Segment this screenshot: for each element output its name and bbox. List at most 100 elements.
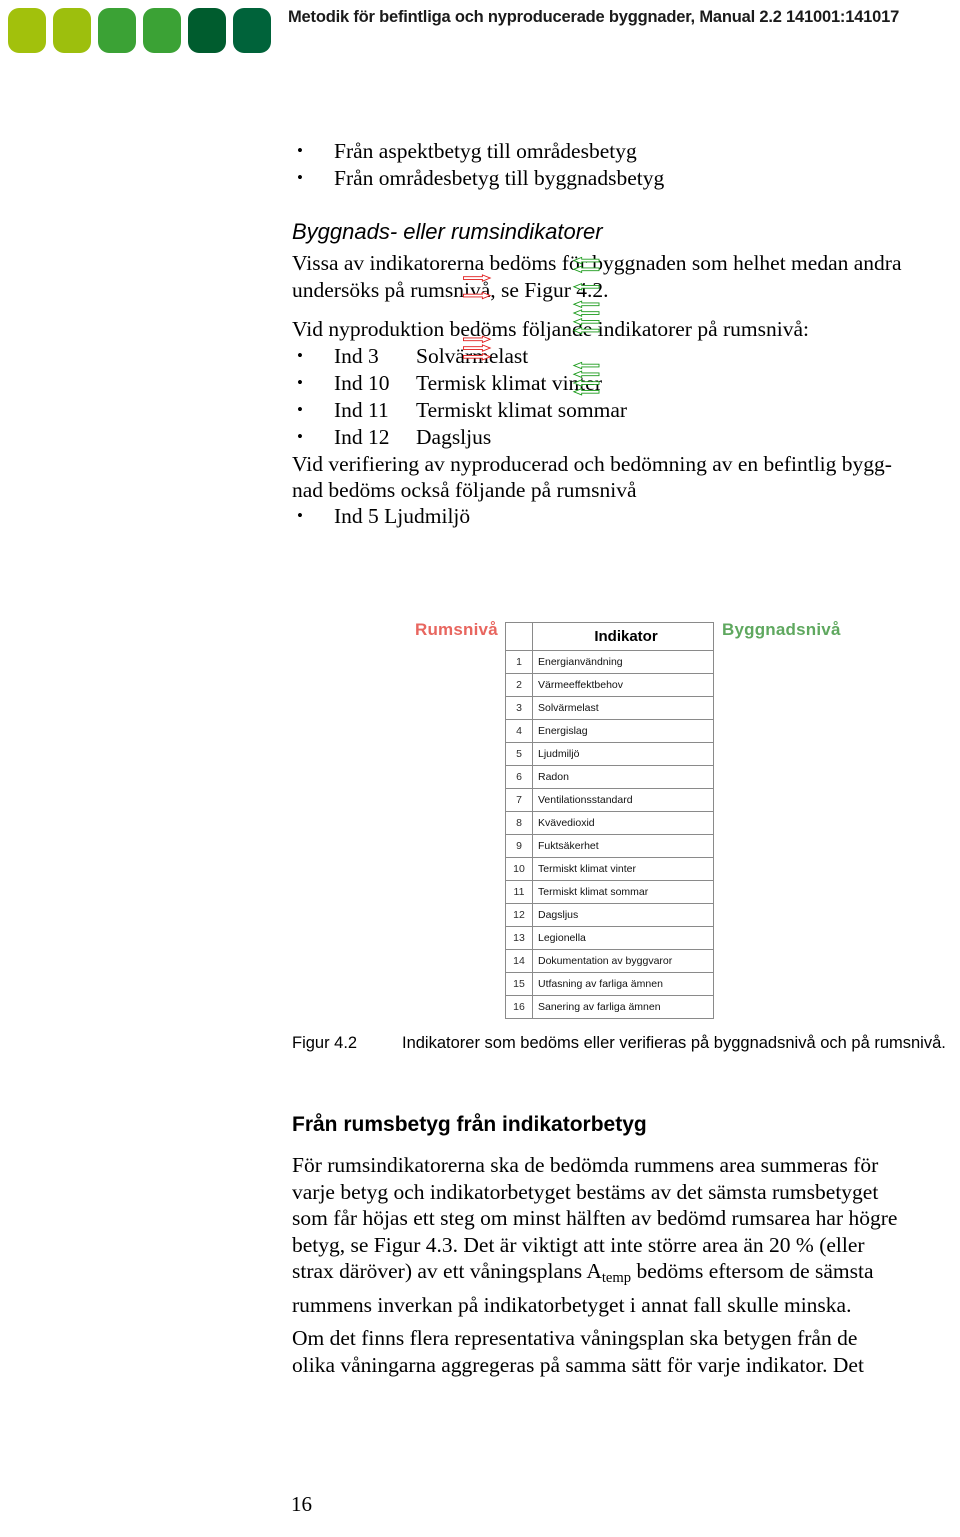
cell-number: 12: [505, 903, 533, 927]
cell-indicator-name: Energislag: [532, 719, 714, 743]
list-item: Från aspektbetyg till områdesbetyg: [292, 137, 942, 165]
bullet-text: Från områdesbetyg till byggnadsbetyg: [334, 166, 665, 190]
indicator-code: Ind 10: [334, 371, 390, 395]
cell-indicator-name: Ventilationsstandard: [532, 788, 714, 812]
cell-indicator-name: Utfasning av farliga ämnen: [532, 972, 714, 996]
indicator-label: Dagsljus: [416, 425, 492, 449]
logo-pill-1: [8, 8, 46, 53]
cell-indicator-name: Ljudmiljö: [532, 742, 714, 766]
table-row: 16 Sanering av farliga ämnen: [505, 995, 714, 1019]
paragraph-line: Om det finns flera representativa våning…: [292, 1326, 858, 1350]
logo-pill-2: [53, 8, 91, 53]
cell-number: 11: [505, 880, 533, 904]
table-row: 1 Energianvändning: [505, 650, 714, 674]
paragraph-line: betyg, se Figur 4.3. Det är viktigt att …: [292, 1232, 865, 1257]
cell-number: 4: [505, 719, 533, 743]
top-bullet-list: Från aspektbetyg till områdesbetyg Från …: [292, 137, 942, 192]
paragraph-line-part-a: strax däröver) av ett våningsplans A: [292, 1259, 602, 1283]
verification-list: Ind 5 Ljudmiljö: [292, 502, 942, 530]
table-row: 3 Solvärmelast: [505, 696, 714, 720]
table-row: 10 Termiskt klimat vinter: [505, 857, 714, 881]
verification-line2: nad bedöms också följande på rumsnivå: [292, 478, 637, 502]
cell-number: 2: [505, 673, 533, 697]
table-row: 11 Termiskt klimat sommar: [505, 880, 714, 904]
table-row: 14 Dokumentation av byggvaror: [505, 949, 714, 973]
table-row: 4 Energislag: [505, 719, 714, 743]
table-row: 8 Kvävedioxid: [505, 811, 714, 835]
table-row: 7 Ventilationsstandard: [505, 788, 714, 812]
section-heading-rumsbetyg: Från rumsbetyg från indikatorbetyg: [292, 1113, 647, 1136]
table-row: 5 Ljudmiljö: [505, 742, 714, 766]
newproduction-intro: Vid nyproduktion bedöms följande indikat…: [292, 317, 809, 341]
logo-pill-5: [188, 8, 226, 53]
figure-caption-number: Figur 4.2: [292, 1034, 358, 1052]
document-content: Från aspektbetyg till områdesbetyg Från …: [292, 137, 942, 530]
subheading-building-or-room: Byggnads- eller rumsindikatorer: [292, 219, 603, 244]
cell-number: 8: [505, 811, 533, 835]
paragraph-building-or-room-line2: undersöks på rumsnivå, se Figur 4.2.: [292, 278, 609, 302]
list-item: Ind 3 Solvärmelast: [292, 342, 942, 370]
figure-4-2: [0, 612, 960, 1014]
cell-indicator-name: Termiskt klimat sommar: [532, 880, 714, 904]
list-item: Ind 10 Termisk klimat vinter: [292, 369, 942, 397]
paragraph-line: För rumsindikatorerna ska de bedömda rum…: [292, 1153, 879, 1177]
section-rumsbetyg-paragraph-2: Om det finns flera representativa våning…: [292, 1325, 952, 1378]
cell-number: 16: [505, 995, 533, 1019]
cell-indicator-name: Sanering av farliga ämnen: [532, 995, 714, 1019]
cell-number: 3: [505, 696, 533, 720]
table-row: 13 Legionella: [505, 926, 714, 950]
cell-number: 5: [505, 742, 533, 766]
list-item: Ind 12 Dagsljus: [292, 423, 942, 451]
table-row: 6 Radon: [505, 765, 714, 789]
cell-number: 15: [505, 972, 533, 996]
cell-indicator-name: Värmeeffektbehov: [532, 673, 714, 697]
table-row: 15 Utfasning av farliga ämnen: [505, 972, 714, 996]
bullet-text: Från aspektbetyg till områdesbetyg: [334, 139, 637, 163]
logo: [8, 8, 271, 53]
table-header-row: Indikator: [505, 622, 714, 651]
paragraph-building-or-room-line1: Vissa av indikatorerna bedöms för byggna…: [292, 251, 902, 275]
paragraph-line-with-subscript: strax däröver) av ett våningsplans Atemp…: [292, 1258, 952, 1292]
logo-pill-6: [233, 8, 271, 53]
cell-indicator-name: Legionella: [532, 926, 714, 950]
page-header: Metodik för befintliga och nyproducerade…: [0, 0, 960, 62]
paragraph-line: som får höjas ett steg om minst hälften …: [292, 1206, 898, 1230]
cell-indicator-name: Dokumentation av byggvaror: [532, 949, 714, 973]
indicator-label: Solvärmelast: [416, 344, 529, 368]
verification-line1: Vid verifiering av nyproducerad och bedö…: [292, 452, 892, 476]
cell-number: 1: [505, 650, 533, 674]
cell-number: 14: [505, 949, 533, 973]
indicator-table: Indikator 1 Energianvändning 2 Värmeeffektb…: [505, 622, 714, 1019]
paragraph-line: varje betyg och indikatorbetyget bestäms…: [292, 1179, 879, 1204]
cell-number: 7: [505, 788, 533, 812]
cell-indicator-name: Energianvändning: [532, 650, 714, 674]
indicator-label: Termiskt klimat sommar: [416, 398, 628, 422]
paragraph-line: rummens inverkan på indikatorbetyget i a…: [292, 1292, 852, 1317]
logo-pill-4: [143, 8, 181, 53]
figure-caption-text: Indikatorer som bedöms eller verifieras …: [402, 1034, 946, 1052]
table-row: 9 Fuktsäkerhet: [505, 834, 714, 858]
cell-indicator-name: Solvärmelast: [532, 696, 714, 720]
atemp-subscript: temp: [601, 1270, 632, 1287]
paragraph-line-part-b: bedöms eftersom de sämsta: [631, 1259, 874, 1283]
indicator-code: Ind 11: [334, 398, 389, 422]
column-header-indicator: Indikator: [532, 622, 714, 651]
cell-indicator-name: Dagsljus: [532, 903, 714, 927]
indicator-label: Termisk klimat vinter: [416, 371, 602, 395]
cell-indicator-name: Fuktsäkerhet: [532, 834, 714, 858]
figure-caption: Figur 4.2 Indikatorer som bedöms eller v…: [292, 1032, 952, 1054]
cell-indicator-name: Termiskt klimat vinter: [532, 857, 714, 881]
cell-number: 6: [505, 765, 533, 789]
cell-number: 10: [505, 857, 533, 881]
cell-indicator-name: Kvävedioxid: [532, 811, 714, 835]
indicator-code: Ind 3: [334, 344, 379, 368]
list-item: Ind 11 Termiskt klimat sommar: [292, 396, 942, 424]
table-row: 12 Dagsljus: [505, 903, 714, 927]
table-row: 2 Värmeeffektbehov: [505, 673, 714, 697]
list-item: Från områdesbetyg till byggnadsbetyg: [292, 164, 942, 192]
logo-pill-3: [98, 8, 136, 53]
page-number: 16: [291, 1492, 312, 1516]
header-title: Metodik för befintliga och nyproducerade…: [288, 8, 900, 26]
cell-indicator-name: Radon: [532, 765, 714, 789]
section-rumsbetyg-paragraph-1: För rumsindikatorerna ska de bedömda rum…: [292, 1152, 952, 1318]
